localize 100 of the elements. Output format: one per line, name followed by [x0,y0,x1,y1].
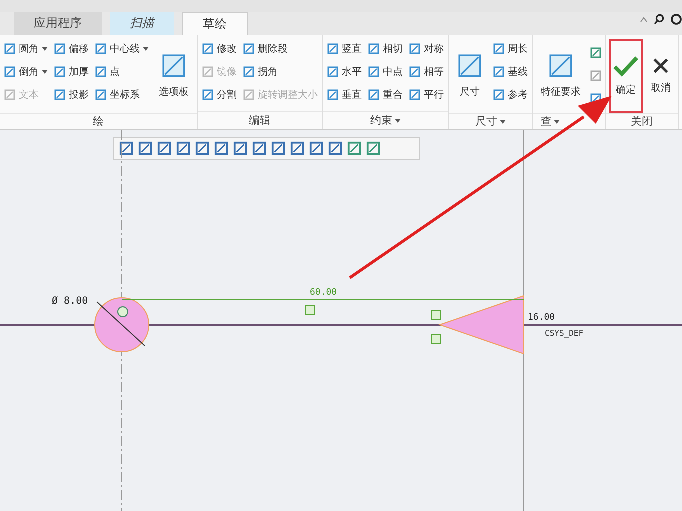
tool-icon [4,66,16,78]
ribbon-item[interactable]: 相切 [367,39,404,59]
leader-line [96,302,146,346]
ribbon-tab[interactable]: 扫描 [110,12,174,35]
tool-icon [243,89,255,101]
tool-icon [161,53,187,79]
ribbon-item[interactable]: 修改 [201,39,238,59]
tool-icon [493,43,505,55]
checkmark-icon [613,55,639,77]
ribbon-item[interactable]: 加厚 [53,62,90,82]
tool-icon [54,89,66,101]
tool-icon [54,43,66,55]
view-tool-icon [195,141,210,156]
ribbon-item[interactable]: 圆角 [3,39,49,59]
ribbon-item[interactable]: 拐角 [242,62,319,82]
tool-icon [327,43,339,55]
close-icon [652,57,670,75]
collapse-icon[interactable] [640,16,648,22]
constraint-icon [432,334,442,344]
caret-icon [42,70,48,74]
tool-icon [54,66,66,78]
tool-icon [368,43,380,55]
view-tool-icon [233,141,248,156]
group-label: 关闭 [631,114,653,129]
group-label[interactable]: 约束 [370,113,400,128]
tool-icon [493,89,505,101]
tool-icon [409,43,421,55]
tool-icon [4,43,16,55]
group-label: 绘 [93,114,104,129]
tool-icon [327,89,339,101]
ribbon-item[interactable]: 重合 [367,85,404,105]
caret-icon [394,118,400,122]
ribbon-item[interactable]: 水平 [326,62,363,82]
tool-icon [327,66,339,78]
ribbon-item[interactable]: 倒角 [3,62,49,82]
tool-icon [368,89,380,101]
ribbon-tab[interactable]: 草绘 [182,12,248,35]
group-label: 编辑 [249,113,271,128]
tool-icon [95,43,107,55]
coordinate-system-label: CSYS_DEF [545,329,584,338]
diameter-dimension: Ø 8.00 [52,296,88,307]
ribbon-item[interactable]: 点 [94,62,150,82]
constraint-icon [432,310,442,320]
ribbon-item[interactable]: 对称 [408,39,445,59]
ribbon-item[interactable]: 相等 [408,62,445,82]
view-tool-icon [138,141,153,156]
ribbon-item[interactable]: 周长 [492,39,529,59]
view-tool-icon [214,141,229,156]
tool-icon [457,53,483,79]
view-tool-icon [347,141,362,156]
view-tool-icon [176,141,191,156]
tool-icon [243,66,255,78]
search-icon[interactable] [654,14,665,25]
tool-icon [590,46,602,59]
ribbon-button[interactable]: 选项板 [154,39,194,113]
length-dimension: 60.00 [310,288,338,298]
view-tool-icon [309,141,324,156]
tool-icon [95,66,107,78]
view-tool-icon [328,141,343,156]
view-tool-icon [271,141,286,156]
ribbon-button[interactable]: 确定 [609,39,643,113]
button-label: 选项板 [159,86,189,99]
button-label: 取消 [651,82,671,95]
ribbon-tab[interactable]: 应用程序 [14,12,102,35]
tool-icon [202,66,214,78]
ribbon-item[interactable]: 竖直 [326,39,363,59]
button-label: 确定 [616,84,636,97]
sketch-canvas[interactable]: Ø 8.00 60.00 16.00 CSYS_DEF [0,130,682,511]
ribbon-item[interactable]: 分割 [201,85,238,105]
tool-icon [493,66,505,78]
ribbon-item[interactable]: 中点 [367,62,404,82]
group-label[interactable]: 查 [541,114,560,129]
ribbon-item[interactable]: 删除段 [242,39,319,59]
height-dimension: 16.00 [528,313,556,323]
tool-icon [590,70,602,82]
ribbon-item[interactable]: 平行 [408,85,445,105]
group-label[interactable]: 尺寸 [476,114,506,129]
caret-icon [42,47,48,51]
ribbon-button[interactable]: 特征要求 [536,39,586,113]
ribbon-item[interactable]: 偏移 [53,39,90,59]
tool-icon [409,89,421,101]
button-label: 尺寸 [460,86,480,99]
caret-icon [500,120,506,124]
ribbon-button[interactable]: 取消 [647,39,675,113]
ribbon-item[interactable]: 基线 [492,62,529,82]
view-tool-icon [252,141,267,156]
ribbon-item[interactable]: 垂直 [326,85,363,105]
ribbon-item[interactable]: 参考 [492,85,529,105]
button-label: 特征要求 [541,86,581,99]
ribbon-button[interactable]: 尺寸 [452,39,488,113]
ribbon-item[interactable]: 投影 [53,85,90,105]
ribbon-item[interactable]: 坐标系 [94,85,150,105]
tool-icon [202,89,214,101]
tool-icon [409,66,421,78]
ribbon-item[interactable]: 中心线 [94,39,150,59]
tool-icon [368,66,380,78]
caret-icon [143,47,149,51]
view-tool-icon [157,141,172,156]
help-icon[interactable] [671,14,682,25]
tool-icon [202,43,214,55]
